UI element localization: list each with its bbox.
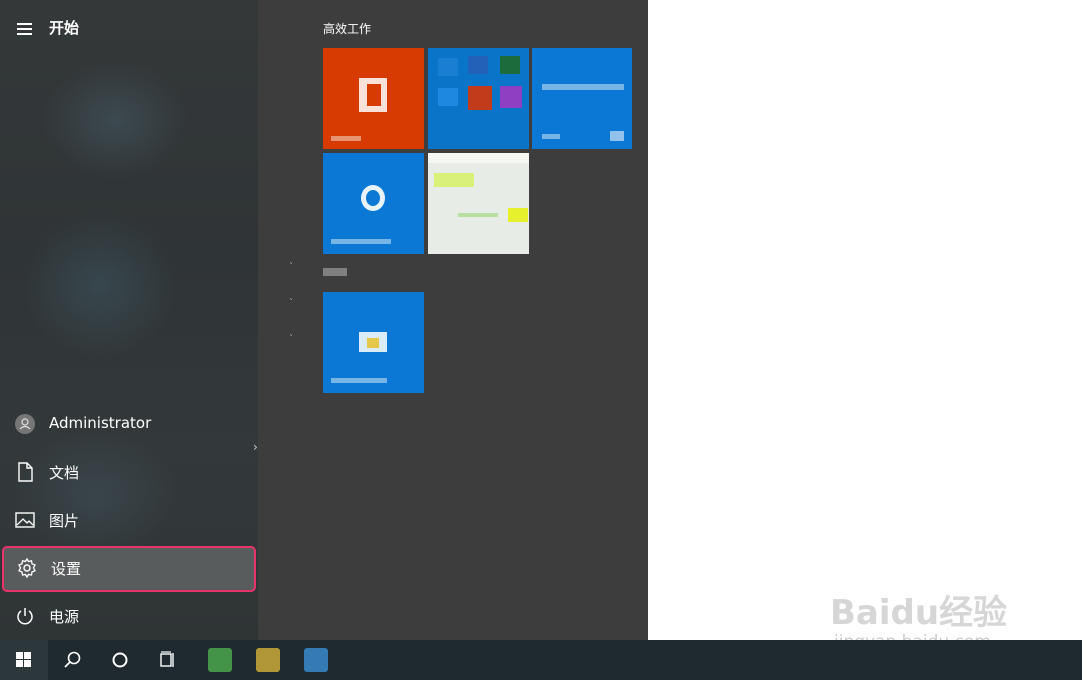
desktop-screen: 开始 Administrator 文档 图片 设置 电源 › ` ` ` 高效工… (0, 0, 1082, 680)
background-blur (40, 60, 190, 180)
edge-logo-icon (361, 185, 385, 211)
start-menu: 开始 Administrator 文档 图片 设置 电源 › ` ` ` 高效工… (0, 0, 648, 640)
settings-button[interactable]: 设置 (2, 546, 256, 592)
app-mini-icon (468, 86, 492, 110)
edge-tile[interactable] (323, 153, 424, 254)
tile-group2-title (323, 268, 347, 276)
search-icon (64, 651, 81, 668)
app-mini-icon (500, 56, 520, 74)
user-name: Administrator (49, 414, 152, 432)
taskbar-app-icon[interactable] (304, 648, 328, 672)
windows-start-button[interactable] (0, 640, 48, 680)
power-icon (14, 605, 36, 627)
taskbar-app-icon[interactable] (208, 648, 232, 672)
user-avatar-icon (14, 413, 36, 435)
settings-label: 设置 (51, 560, 82, 578)
office-tile[interactable] (323, 48, 424, 149)
list-marker-icon: ` (289, 334, 294, 345)
store-bag-accent (367, 338, 379, 348)
mail-tile[interactable] (532, 48, 632, 149)
gear-icon (16, 557, 38, 579)
list-marker-icon: ` (289, 298, 294, 309)
windows-logo-icon (16, 652, 31, 667)
tile-caption (542, 134, 560, 139)
documents-button[interactable]: 文档 (0, 450, 256, 494)
tile-caption (331, 239, 391, 244)
photo-tile[interactable] (428, 153, 529, 254)
start-left-rail: 开始 Administrator 文档 图片 设置 电源 (0, 0, 258, 640)
tile-caption (542, 84, 624, 90)
power-label: 电源 (49, 608, 80, 626)
pictures-label: 图片 (49, 512, 80, 530)
store-tile[interactable] (323, 292, 424, 393)
start-title: 开始 (49, 19, 80, 37)
user-account-button[interactable]: Administrator (0, 402, 256, 446)
background-blur (20, 210, 180, 360)
photo-strip (508, 208, 528, 222)
baidu-watermark: Baidu经验 (830, 593, 1008, 633)
cortana-button[interactable] (96, 640, 144, 680)
photo-strip (458, 213, 498, 217)
search-button[interactable] (48, 640, 96, 680)
app-mini-icon (468, 56, 488, 74)
photo-strip (434, 173, 474, 187)
office-logo-icon (359, 78, 387, 112)
taskbar (0, 640, 1082, 680)
documents-label: 文档 (49, 464, 80, 482)
picture-icon (14, 509, 36, 531)
photo-strip (428, 153, 529, 163)
app-mini-icon (500, 86, 522, 108)
tile-caption (331, 136, 361, 141)
task-view-button[interactable] (144, 640, 192, 680)
cortana-icon (112, 652, 128, 668)
mail-icon (610, 131, 624, 141)
tile-caption (331, 378, 387, 383)
document-icon (14, 461, 36, 483)
task-view-icon (160, 651, 174, 667)
app-mini-icon (438, 88, 458, 106)
power-button[interactable]: 电源 (0, 594, 256, 638)
tile-group-title: 高效工作 (323, 22, 372, 36)
list-marker-icon: ` (289, 262, 294, 273)
app-mini-icon (438, 58, 458, 76)
pictures-button[interactable]: 图片 (0, 498, 256, 542)
hamburger-menu-icon[interactable] (14, 18, 36, 38)
apps-folder-tile[interactable] (428, 48, 529, 149)
taskbar-app-icon[interactable] (256, 648, 280, 672)
chevron-right-icon[interactable]: › (253, 440, 258, 454)
